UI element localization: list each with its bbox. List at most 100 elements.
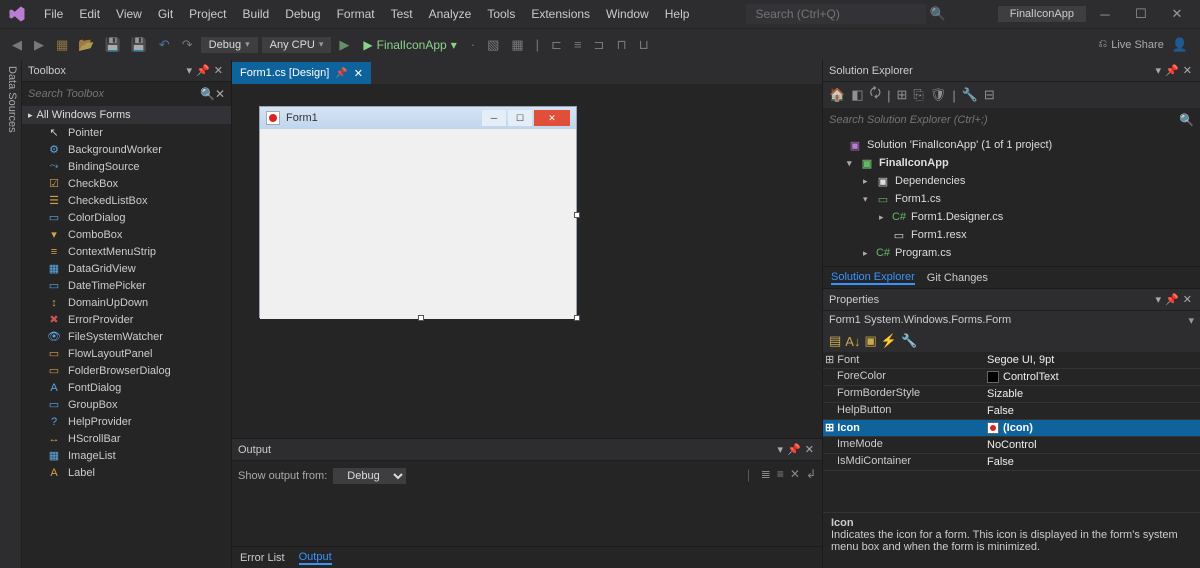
property-row[interactable]: ⊞ FontSegoe UI, 9pt xyxy=(823,352,1200,369)
pin-icon[interactable]: 📌 xyxy=(785,443,803,456)
save-all-icon[interactable]: 💾 xyxy=(127,35,151,55)
data-sources-tab[interactable]: Data Sources xyxy=(0,60,22,568)
alphabetical-icon[interactable]: A↓ xyxy=(845,334,860,349)
output-icon[interactable]: ｜ xyxy=(743,467,755,484)
property-object-selector[interactable]: Form1 System.Windows.Forms.Form xyxy=(823,311,1200,330)
toolbox-item[interactable]: 👁FileSystemWatcher xyxy=(22,328,231,345)
menu-build[interactable]: Build xyxy=(235,4,278,24)
toolbox-item[interactable]: ≡ContextMenuStrip xyxy=(22,243,231,260)
properties-icon[interactable]: ▣ xyxy=(864,333,876,349)
menu-view[interactable]: View xyxy=(108,4,150,24)
resx-file-node[interactable]: ▭Form1.resx xyxy=(823,226,1200,244)
property-row[interactable]: HelpButtonFalse xyxy=(823,403,1200,420)
toolbox-item[interactable]: ▭GroupBox xyxy=(22,396,231,413)
pin-icon[interactable]: 📌 xyxy=(1163,64,1181,77)
global-search-input[interactable] xyxy=(746,4,926,24)
solution-explorer-tab[interactable]: Solution Explorer xyxy=(831,271,915,285)
categorized-icon[interactable]: ▤ xyxy=(829,333,841,349)
home-icon[interactable]: 🏠 xyxy=(829,87,845,103)
dropdown-icon[interactable]: ▾ xyxy=(776,443,786,456)
menu-help[interactable]: Help xyxy=(657,4,698,24)
toolbar-icon[interactable]: ⊞ xyxy=(896,87,907,103)
toolbar-icon[interactable]: ▦ xyxy=(507,35,527,55)
align-left-icon[interactable]: ⊏ xyxy=(547,35,566,55)
menu-test[interactable]: Test xyxy=(383,4,421,24)
document-tab[interactable]: Form1.cs [Design] 📌 ✕ xyxy=(232,62,371,84)
clear-icon[interactable]: ✕ xyxy=(790,467,800,484)
redo-icon[interactable]: ↷ xyxy=(178,35,197,55)
toolbox-item[interactable]: ▭ColorDialog xyxy=(22,209,231,226)
live-share-button[interactable]: Live Share xyxy=(1098,38,1163,51)
toolbox-item[interactable]: ↕DomainUpDown xyxy=(22,294,231,311)
pin-icon[interactable]: 📌 xyxy=(1163,293,1181,306)
resize-handle[interactable] xyxy=(574,315,580,321)
start-debug-button[interactable]: ▶ FinalIconApp ▾ xyxy=(357,36,462,54)
toolbar-icon[interactable]: 🛡 xyxy=(930,87,947,103)
wrap-icon[interactable]: ↲ xyxy=(806,467,816,484)
refresh-icon[interactable]: 🗘 xyxy=(869,84,881,106)
menu-format[interactable]: Format xyxy=(329,4,383,24)
close-tab-icon[interactable]: ✕ xyxy=(354,67,363,80)
toolbar-icon[interactable]: ⊟ xyxy=(984,87,995,103)
toolbox-item[interactable]: ▾ComboBox xyxy=(22,226,231,243)
dependencies-node[interactable]: ▸▣Dependencies xyxy=(823,172,1200,190)
align-top-icon[interactable]: ⊓ xyxy=(612,35,630,55)
menu-edit[interactable]: Edit xyxy=(71,4,108,24)
project-node[interactable]: ▾▣FinalIconApp xyxy=(823,154,1200,172)
designer-file-node[interactable]: ▸C#Form1.Designer.cs xyxy=(823,208,1200,226)
minimize-button[interactable]: ─ xyxy=(1088,3,1122,25)
output-icon[interactable]: ≡ xyxy=(777,467,784,484)
new-project-icon[interactable]: ▦ xyxy=(52,35,72,55)
wrench-icon[interactable]: 🔧 xyxy=(962,87,978,103)
toolbox-item[interactable]: ▭DateTimePicker xyxy=(22,277,231,294)
pin-icon[interactable]: 📌 xyxy=(335,68,347,79)
menu-git[interactable]: Git xyxy=(150,4,181,24)
toolbar-icon[interactable]: ⎘ xyxy=(913,87,923,103)
toolbox-item[interactable]: ▦ImageList xyxy=(22,447,231,464)
wrench-icon[interactable]: 🔧 xyxy=(901,333,917,349)
form-designer[interactable]: Form1 ─ ☐ ✕ xyxy=(232,84,822,438)
menu-extensions[interactable]: Extensions xyxy=(523,4,598,24)
configuration-dropdown[interactable]: Debug xyxy=(201,37,258,53)
back-icon[interactable]: ◀ xyxy=(8,35,26,55)
menu-tools[interactable]: Tools xyxy=(479,4,523,24)
property-row[interactable]: ForeColorControlText xyxy=(823,369,1200,386)
property-row[interactable]: ImeModeNoControl xyxy=(823,437,1200,454)
toolbox-item[interactable]: ↖Pointer xyxy=(22,124,231,141)
toolbox-item[interactable]: ALabel xyxy=(22,464,231,481)
resize-handle[interactable] xyxy=(574,212,580,218)
undo-icon[interactable]: ↶ xyxy=(155,35,174,55)
toolbox-item[interactable]: AFontDialog xyxy=(22,379,231,396)
forward-icon[interactable]: ▶ xyxy=(30,35,48,55)
menu-file[interactable]: File xyxy=(36,4,71,24)
toolbar-icon[interactable]: ▧ xyxy=(483,35,503,55)
pin-icon[interactable]: 📌 xyxy=(194,64,212,77)
dropdown-icon[interactable]: ▾ xyxy=(1154,64,1164,77)
toolbox-item[interactable]: ▭FlowLayoutPanel xyxy=(22,345,231,362)
toolbox-item[interactable]: ▦DataGridView xyxy=(22,260,231,277)
toolbox-item[interactable]: ✖ErrorProvider xyxy=(22,311,231,328)
save-icon[interactable]: 💾 xyxy=(100,35,124,55)
menu-window[interactable]: Window xyxy=(598,4,657,24)
align-bottom-icon[interactable]: ⊔ xyxy=(635,35,653,55)
dropdown-icon[interactable]: ▾ xyxy=(1154,293,1164,306)
property-row[interactable]: FormBorderStyleSizable xyxy=(823,386,1200,403)
menu-analyze[interactable]: Analyze xyxy=(421,4,480,24)
menu-project[interactable]: Project xyxy=(181,4,234,24)
output-tab[interactable]: Output xyxy=(299,551,332,565)
output-source-dropdown[interactable]: Debug xyxy=(333,468,406,484)
error-list-tab[interactable]: Error List xyxy=(240,552,285,564)
program-file-node[interactable]: ▸C#Program.cs xyxy=(823,244,1200,262)
align-center-icon[interactable]: ≡ xyxy=(570,35,586,54)
toolbox-item[interactable]: ▭FolderBrowserDialog xyxy=(22,362,231,379)
platform-dropdown[interactable]: Any CPU xyxy=(262,37,332,53)
close-icon[interactable]: ✕ xyxy=(1181,64,1194,77)
solution-search-input[interactable] xyxy=(829,114,1179,126)
maximize-button[interactable]: ☐ xyxy=(1124,3,1158,25)
toolbox-category[interactable]: All Windows Forms xyxy=(22,106,231,124)
solution-node[interactable]: ▣Solution 'FinalIconApp' (1 of 1 project… xyxy=(823,136,1200,154)
output-icon[interactable]: ≣ xyxy=(761,467,771,484)
toolbox-item[interactable]: ⤳BindingSource xyxy=(22,158,231,175)
form-client-area[interactable] xyxy=(260,129,576,319)
play-icon[interactable]: ▶ xyxy=(335,35,353,55)
